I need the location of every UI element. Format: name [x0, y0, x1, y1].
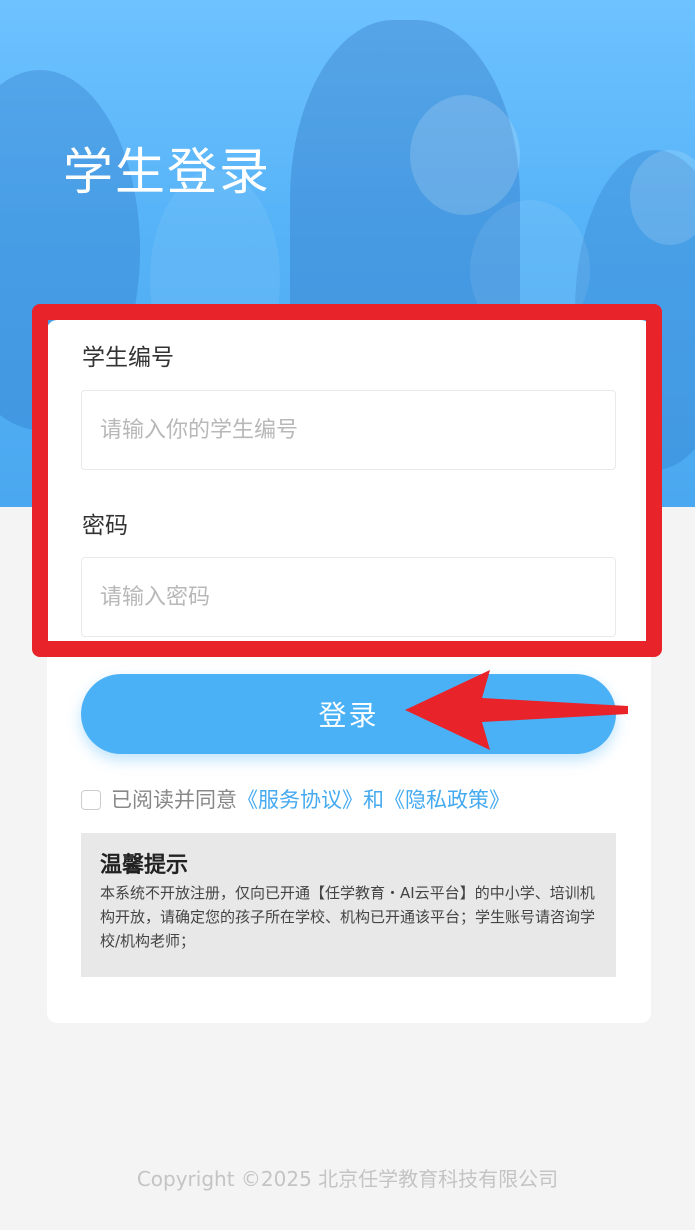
hero-photo-shape	[410, 95, 520, 215]
student-id-input[interactable]	[81, 390, 616, 470]
login-button[interactable]: 登录	[81, 674, 616, 754]
agreement-row: 已阅读并同意 《服务协议》 和 《隐私政策》	[81, 786, 510, 814]
tips-box: 温馨提示 本系统不开放注册，仅向已开通【任学教育・AI云平台】的中小学、培训机构…	[81, 833, 616, 977]
page-title: 学生登录	[63, 143, 271, 201]
password-input[interactable]	[81, 557, 616, 637]
tips-body: 本系统不开放注册，仅向已开通【任学教育・AI云平台】的中小学、培训机构开放，请确…	[100, 884, 596, 950]
student-id-label: 学生编号	[82, 345, 174, 371]
agreement-checkbox[interactable]	[81, 790, 101, 810]
agreement-text: 已阅读并同意	[111, 788, 237, 812]
password-label: 密码	[82, 513, 128, 539]
privacy-policy-link[interactable]: 《隐私政策》	[384, 786, 510, 814]
agreement-conjunction: 和	[363, 788, 384, 812]
copyright-text: Copyright ©2025 北京任学教育科技有限公司	[136, 1167, 559, 1191]
hero-photo-shape	[470, 200, 590, 340]
tips-title: 温馨提示	[100, 853, 189, 878]
service-agreement-link[interactable]: 《服务协议》	[237, 786, 363, 814]
